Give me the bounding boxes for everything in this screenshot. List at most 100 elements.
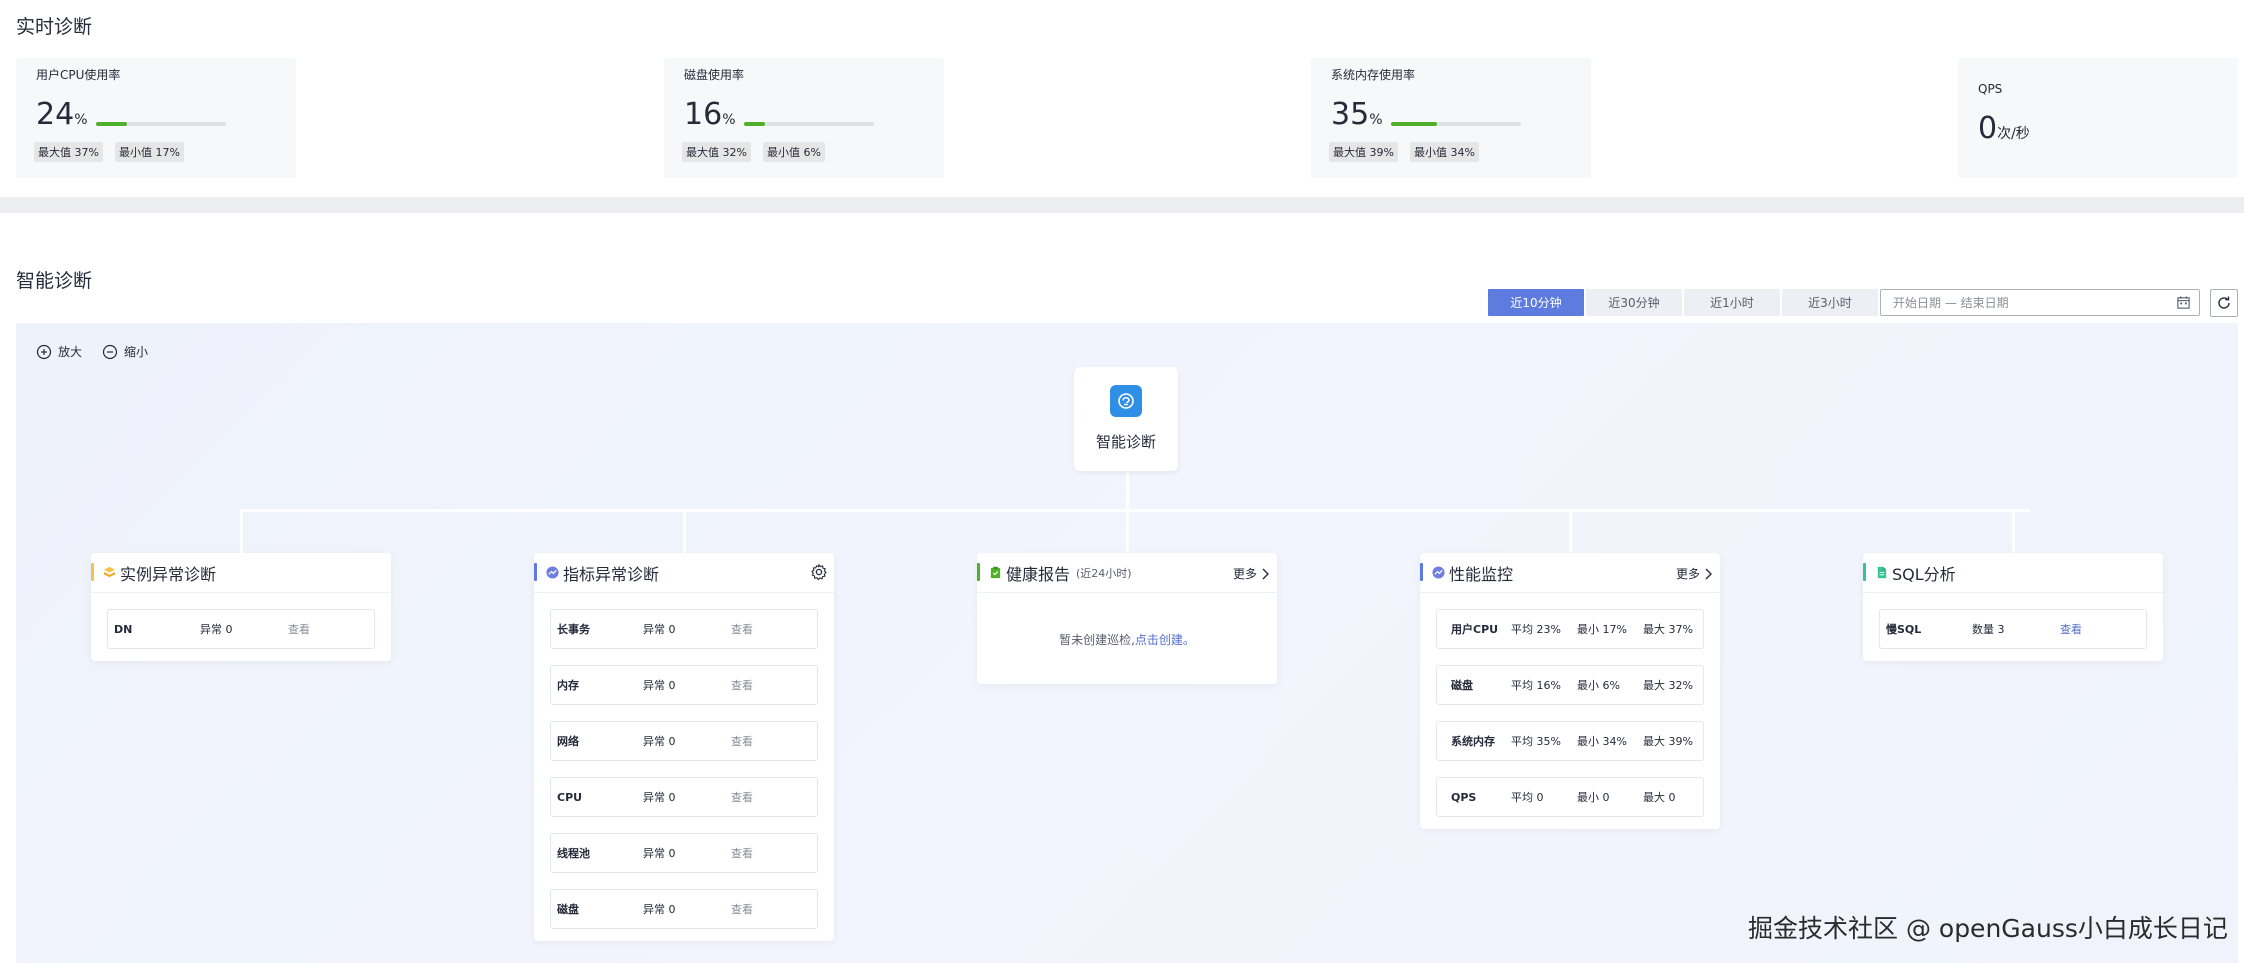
row-name: QPS	[1451, 790, 1477, 804]
table-row: 用户CPU 平均 23% 最小 17% 最大 37%	[1436, 609, 1704, 649]
table-row: 网络 异常 0 查看	[550, 721, 818, 761]
row-name: 磁盘	[557, 903, 579, 916]
time-range-tabs: 近10分钟 近30分钟 近1小时 近3小时	[1488, 289, 1878, 316]
instance-title: 实例异常诊断	[120, 564, 217, 584]
memory-usage-value: 35%	[1331, 97, 1383, 132]
memory-usage-bar-fill	[1391, 122, 1437, 126]
connector-root	[1126, 471, 1129, 509]
connector-sql	[2012, 509, 2015, 553]
chevron-right-icon	[1262, 568, 1269, 579]
view-link[interactable]: 查看	[731, 733, 753, 749]
table-row: 系统内存 平均 35% 最小 34% 最大 39%	[1436, 721, 1704, 761]
row-name: DN	[114, 622, 133, 636]
tab-30min[interactable]: 近30分钟	[1586, 289, 1682, 316]
instance-icon	[103, 566, 116, 578]
view-link[interactable]: 查看	[2060, 621, 2082, 637]
watermark: 掘金技术社区 @ openGauss小白成长日记	[1748, 914, 2228, 943]
sql-title: SQL分析	[1892, 564, 1956, 584]
zoom-out-icon[interactable]	[102, 344, 118, 360]
realtime-title: 实时诊断	[16, 16, 93, 38]
table-row: QPS 平均 0 最小 0 最大 0	[1436, 777, 1704, 817]
health-accent	[977, 563, 980, 581]
date-range-picker[interactable]: 开始日期 — 结束日期	[1880, 289, 2200, 316]
metric-icon	[546, 566, 559, 579]
row-min: 最小 6%	[1577, 679, 1620, 692]
performance-monitor-node: 性能监控 更多 用户CPU 平均 23% 最小 17% 最大 37% 磁盘 平均 16%…	[1420, 553, 1720, 829]
sql-accent	[1863, 563, 1866, 581]
row-status: 异常 0	[643, 903, 676, 916]
sql-analysis-node: SQL分析 慢SQL 数量 3 查看	[1863, 553, 2163, 661]
health-title: 健康报告	[1006, 564, 1071, 584]
disk-usage-bar-fill	[744, 122, 765, 126]
connector-horizontal	[240, 509, 2030, 512]
perf-more-link[interactable]: 更多	[1676, 565, 1712, 582]
table-row: 内存 异常 0 查看	[550, 665, 818, 705]
view-link[interactable]: 查看	[731, 621, 753, 637]
row-name: CPU	[557, 790, 583, 804]
zoom-in-icon[interactable]	[36, 344, 52, 360]
tab-1hour[interactable]: 近1小时	[1684, 289, 1780, 316]
qps-value: 0次/秒	[1978, 111, 2030, 146]
tab-10min[interactable]: 近10分钟	[1488, 289, 1584, 316]
gear-icon[interactable]	[810, 563, 828, 581]
disk-usage-value: 16%	[684, 97, 736, 132]
disk-usage-card: 磁盘使用率 16% 最大值 32% 最小值 6%	[664, 58, 944, 178]
row-status: 异常 0	[643, 679, 676, 692]
view-link[interactable]: 查看	[288, 621, 310, 637]
empty-text: 暂未创建巡检,	[1059, 633, 1135, 647]
connector-metric	[683, 509, 686, 553]
cpu-min-tag: 最小值 17%	[114, 142, 184, 162]
row-avg: 平均 23%	[1511, 623, 1561, 636]
disk-min-tag: 最小值 6%	[762, 142, 825, 162]
disk-usage-bar	[744, 122, 874, 126]
connector-perf	[1569, 509, 1572, 553]
row-name: 用户CPU	[1451, 623, 1499, 636]
row-avg: 平均 35%	[1511, 735, 1561, 748]
view-link[interactable]: 查看	[731, 845, 753, 861]
row-status: 异常 0	[643, 735, 676, 748]
zoom-out-label[interactable]: 缩小	[124, 343, 148, 360]
row-name: 内存	[557, 679, 579, 692]
perf-accent	[1420, 563, 1423, 581]
cpu-usage-label: 用户CPU使用率	[36, 68, 121, 82]
zoom-in-label[interactable]: 放大	[58, 343, 82, 360]
row-min: 最小 34%	[1577, 735, 1627, 748]
health-report-node: 健康报告 (近24小时) 更多 暂未创建巡检,点击创建。	[977, 553, 1277, 684]
cpu-usage-value: 24%	[36, 97, 88, 132]
cpu-max-tag: 最大值 37%	[34, 142, 103, 162]
row-max: 最大 37%	[1643, 623, 1693, 636]
row-name: 磁盘	[1451, 679, 1473, 692]
create-inspection-link[interactable]: 点击创建。	[1135, 633, 1195, 647]
smart-diagnosis-icon	[1110, 385, 1142, 417]
clipboard-icon	[990, 566, 1001, 579]
zoom-controls: 放大 缩小	[36, 343, 162, 360]
qps-label: QPS	[1978, 82, 2003, 96]
row-max: 最大 39%	[1643, 735, 1693, 748]
memory-min-tag: 最小值 34%	[1409, 142, 1479, 162]
row-max: 最大 0	[1643, 791, 1676, 804]
row-name: 系统内存	[1451, 735, 1495, 748]
tab-3hour[interactable]: 近3小时	[1782, 289, 1878, 316]
sql-file-icon	[1877, 566, 1887, 579]
view-link[interactable]: 查看	[731, 677, 753, 693]
metric-title: 指标异常诊断	[563, 564, 660, 584]
table-row: DN 异常 0 查看	[107, 609, 375, 649]
metric-accent	[534, 563, 537, 581]
refresh-button[interactable]	[2210, 289, 2238, 317]
view-link[interactable]: 查看	[731, 789, 753, 805]
row-status: 数量 3	[1972, 623, 2005, 636]
health-more-link[interactable]: 更多	[1233, 565, 1269, 582]
memory-usage-bar	[1391, 122, 1521, 126]
row-min: 最小 0	[1577, 791, 1610, 804]
root-node[interactable]: 智能诊断	[1074, 367, 1178, 471]
more-label: 更多	[1232, 567, 1257, 581]
row-name: 网络	[557, 735, 579, 748]
view-link[interactable]: 查看	[731, 901, 753, 917]
calendar-icon[interactable]	[2176, 295, 2191, 310]
row-status: 异常 0	[200, 623, 233, 636]
memory-usage-card: 系统内存使用率 35% 最大值 39% 最小值 34%	[1311, 58, 1591, 178]
row-status: 异常 0	[643, 791, 676, 804]
qps-card: QPS 0次/秒	[1958, 58, 2238, 178]
row-status: 异常 0	[643, 847, 676, 860]
smart-diagnosis-title: 智能诊断	[16, 270, 93, 292]
